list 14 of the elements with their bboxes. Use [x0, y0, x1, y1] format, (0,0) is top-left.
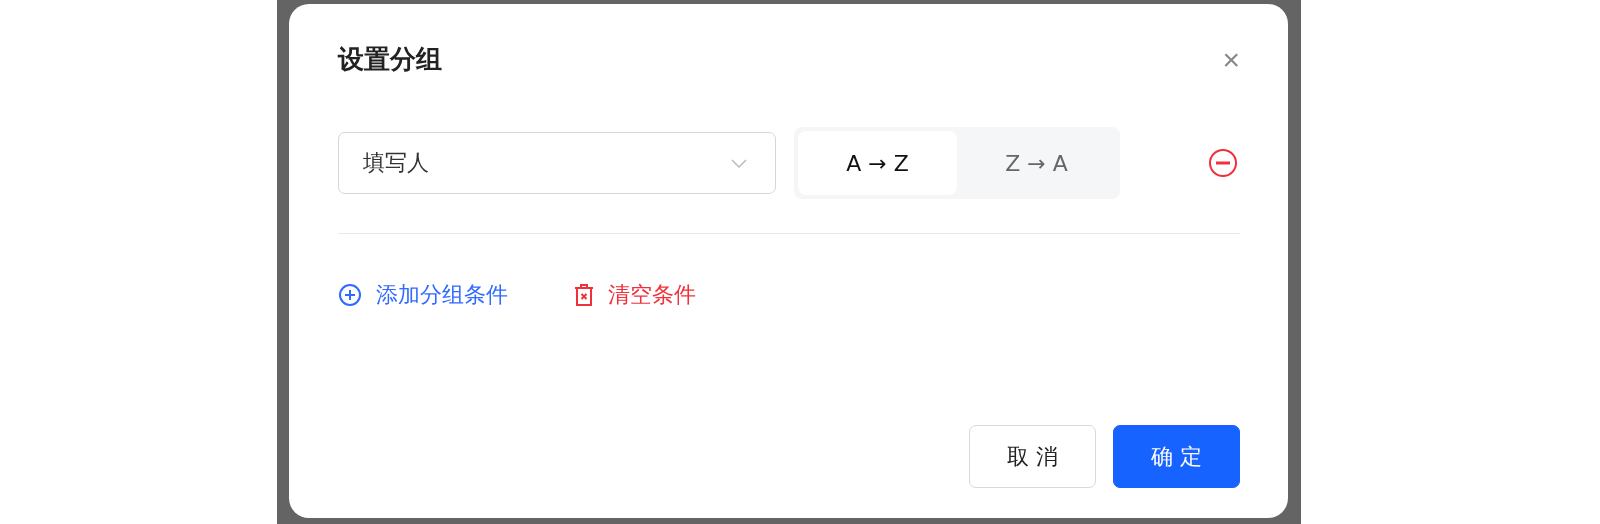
remove-condition-button[interactable]: [1208, 148, 1238, 178]
add-circle-icon: [338, 283, 362, 307]
field-select[interactable]: 填写人: [338, 132, 776, 194]
chevron-down-icon: [731, 158, 747, 168]
sort-option[interactable]: Z → A: [957, 131, 1116, 195]
minus-circle-icon: [1208, 148, 1238, 178]
dialog-title: 设置分组: [338, 43, 442, 76]
close-button[interactable]: ×: [1222, 44, 1240, 75]
cancel-button[interactable]: 取 消: [969, 425, 1096, 488]
add-condition-link[interactable]: 添加分组条件: [338, 280, 508, 310]
trash-icon: [574, 283, 594, 307]
sort-option[interactable]: A → Z: [798, 131, 957, 195]
confirm-button[interactable]: 确 定: [1113, 425, 1240, 488]
clear-conditions-link[interactable]: 清空条件: [574, 280, 696, 310]
